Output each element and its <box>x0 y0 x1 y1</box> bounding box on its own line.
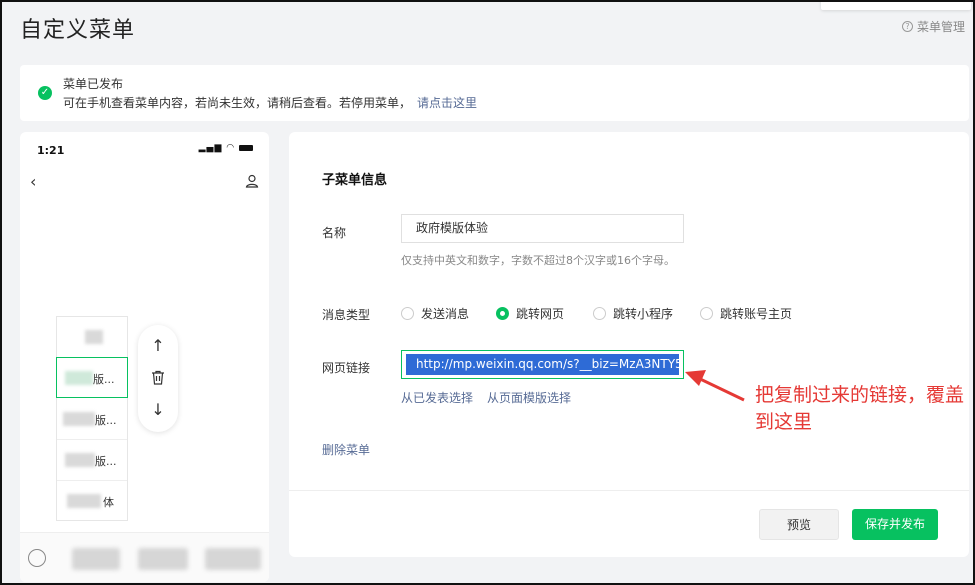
submenu-item[interactable]: 版... <box>57 440 127 481</box>
notice-desc-text: 可在手机查看菜单内容，若尚未生效，请稍后查看。若停用菜单， <box>63 96 412 110</box>
radio-dot <box>593 307 606 320</box>
submenu-item[interactable]: 体 <box>57 481 127 522</box>
back-arrow-icon[interactable]: ‹ <box>30 172 36 191</box>
blurred-text <box>65 453 95 467</box>
footer-divider <box>289 490 969 491</box>
name-input[interactable]: 政府模版体验 <box>401 214 684 243</box>
submenu-item[interactable]: 版... <box>57 399 127 440</box>
notice-desc: 可在手机查看菜单内容，若尚未生效，请稍后查看。若停用菜单， 请点击这里 <box>63 94 477 111</box>
disable-menu-link[interactable]: 请点击这里 <box>417 96 477 110</box>
submenu-item-label: 体 <box>103 496 114 509</box>
preview-button[interactable]: 预览 <box>759 509 839 540</box>
title-bar: 自定义菜单 ? 菜单管理 <box>2 2 973 52</box>
trash-icon[interactable] <box>151 370 165 385</box>
blurred-text <box>65 371 93 385</box>
status-time: 1:21 <box>37 144 65 157</box>
phone-preview: 1:21 ▂▄▆ ◠ ‹ 版... 版... 版... 体 ↑ ↓ <box>20 132 269 582</box>
app-frame: 自定义菜单 ? 菜单管理 ✓ 菜单已发布 可在手机查看菜单内容，若尚未生效，请稍… <box>0 0 975 585</box>
keyboard-icon[interactable] <box>28 549 46 567</box>
submenu-settings-panel: 子菜单信息 名称 政府模版体验 仅支持中英文和数字，字数不超过8个汉字或16个字… <box>289 132 969 557</box>
move-down-icon[interactable]: ↓ <box>138 400 178 419</box>
submenu-item-label: 版... <box>93 373 115 386</box>
publish-notice: ✓ 菜单已发布 可在手机查看菜单内容，若尚未生效，请稍后查看。若停用菜单， 请点击… <box>20 65 969 121</box>
url-label: 网页链接 <box>322 361 371 375</box>
signal-icon: ▂▄▆ <box>198 143 223 153</box>
battery-icon <box>239 144 253 151</box>
main-menu-item[interactable] <box>72 548 120 570</box>
radio-label: 跳转账号主页 <box>720 307 793 321</box>
radio-send-message[interactable]: 发送消息 <box>401 305 469 322</box>
wifi-icon: ◠ <box>226 143 236 153</box>
submenu-item-active[interactable]: 版... <box>56 357 128 398</box>
submenu-item[interactable] <box>57 317 127 358</box>
radio-jump-webpage[interactable]: 跳转网页 <box>496 305 564 322</box>
pick-from-published-link[interactable]: 从已发表选择 <box>401 389 473 406</box>
profile-icon[interactable] <box>245 174 259 188</box>
submenu-list: 版... 版... 版... 体 <box>56 316 128 521</box>
page-title: 自定义菜单 <box>20 18 136 43</box>
radio-dot-selected <box>496 307 509 320</box>
save-publish-button[interactable]: 保存并发布 <box>852 509 938 540</box>
submenu-controls: ↑ ↓ <box>138 325 178 432</box>
name-hint: 仅支持中英文和数字，字数不超过8个汉字或16个字母。 <box>401 254 675 267</box>
radio-jump-miniprogram[interactable]: 跳转小程序 <box>593 305 673 322</box>
radio-label: 发送消息 <box>421 307 470 321</box>
radio-dot <box>700 307 713 320</box>
url-input[interactable]: http://mp.weixin.qq.com/s?__biz=MzA3NTY5… <box>401 350 684 379</box>
menu-manage-link[interactable]: ? 菜单管理 <box>901 18 965 35</box>
phone-menu-bar <box>20 532 269 582</box>
radio-jump-account-home[interactable]: 跳转账号主页 <box>700 305 792 322</box>
submenu-item-label: 版... <box>95 455 117 468</box>
radio-label: 跳转网页 <box>516 307 565 321</box>
url-selected-text: http://mp.weixin.qq.com/s?__biz=MzA3NTY5… <box>406 354 679 375</box>
message-type-label: 消息类型 <box>322 308 371 322</box>
check-circle-icon: ✓ <box>38 86 52 100</box>
status-icons: ▂▄▆ ◠ <box>199 143 253 153</box>
toolbar-fragment <box>821 2 971 10</box>
menu-manage-label: 菜单管理 <box>916 20 965 34</box>
blurred-text <box>67 494 101 508</box>
blurred-text <box>63 412 95 426</box>
name-label: 名称 <box>322 226 347 240</box>
section-title: 子菜单信息 <box>322 173 388 188</box>
help-icon: ? <box>901 21 913 32</box>
main-menu-item[interactable] <box>205 548 261 570</box>
notice-title: 菜单已发布 <box>63 77 124 91</box>
pick-from-template-link[interactable]: 从页面模版选择 <box>487 389 571 406</box>
main-menu-item[interactable] <box>138 548 188 570</box>
delete-menu-link[interactable]: 删除菜单 <box>322 441 370 458</box>
radio-label: 跳转小程序 <box>613 307 674 321</box>
annotation-text: 把复制过来的链接，覆盖到这里 <box>755 384 965 433</box>
blurred-text <box>85 330 103 344</box>
submenu-item-label: 版... <box>95 414 117 427</box>
radio-dot <box>401 307 414 320</box>
move-up-icon[interactable]: ↑ <box>138 336 178 355</box>
